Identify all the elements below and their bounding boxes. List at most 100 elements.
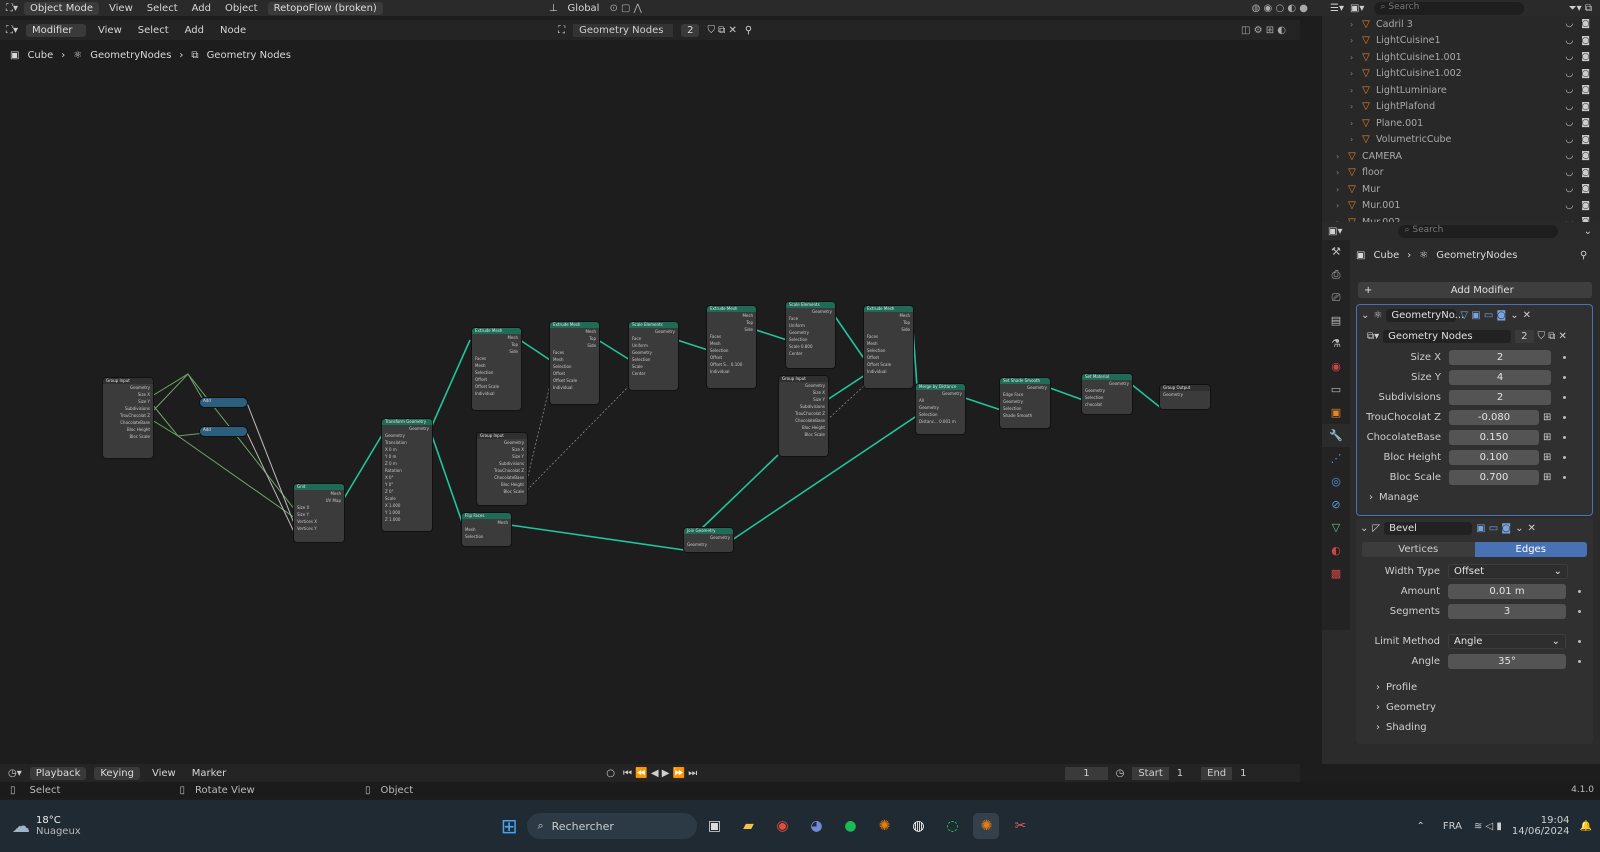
discord-icon[interactable]: ◕ — [803, 813, 829, 839]
camera-icon[interactable]: ◙ — [1581, 151, 1590, 161]
node-group-output[interactable]: Group Output Geometry — [1160, 385, 1210, 409]
field-value[interactable]: 2 — [1449, 389, 1551, 405]
keyframe-dot[interactable] — [1563, 455, 1567, 459]
particles-tab-icon[interactable]: ⋰ — [1322, 447, 1350, 470]
outliner-row[interactable]: › ▽ Mur ◡ ◙ — [1322, 181, 1600, 198]
close-icon[interactable]: ✕ — [1527, 523, 1535, 534]
chrome-icon[interactable]: ◉ — [769, 813, 795, 839]
expand-arrow-icon[interactable]: › — [1336, 201, 1346, 210]
viewport-shading-icons[interactable]: ◍ ◉ ○ ◐ ● — [1252, 3, 1308, 14]
modifier-visibility-icons[interactable]: ▽ ▣ ▭ ◙ — [1460, 310, 1506, 321]
outliner-row[interactable]: › ▽ Cadril 3 ◡ ◙ — [1322, 16, 1600, 33]
attribute-toggle-icon[interactable]: ⊞ — [1543, 412, 1551, 423]
eye-icon[interactable]: ◡ — [1565, 19, 1573, 29]
node-extrude-mesh[interactable]: Extrude Mesh Mesh Top Side Faces Mesh Se… — [864, 306, 913, 388]
keyframe-dot[interactable] — [1563, 395, 1566, 399]
eye-icon[interactable]: ◡ — [1565, 135, 1573, 145]
expand-arrow-icon[interactable]: › — [1350, 135, 1360, 144]
close-icon[interactable]: ✕ — [1523, 310, 1531, 321]
task-view-icon[interactable]: ▣ — [701, 813, 727, 839]
snipping-tool-icon[interactable]: ✂ — [1007, 813, 1033, 839]
keyframe-dot[interactable] — [1563, 375, 1566, 379]
keyframe-dot[interactable] — [1563, 415, 1567, 419]
orientation-dropdown[interactable]: Global — [564, 3, 604, 14]
nodetree-users[interactable]: 2 — [1515, 329, 1534, 343]
keyframe-dot[interactable] — [1563, 435, 1567, 439]
node-set-material[interactable]: Set Material Geometry Geometry Selection… — [1082, 374, 1132, 414]
attribute-toggle-icon[interactable]: ⊞ — [1543, 432, 1551, 443]
whatsapp-icon[interactable]: ◌ — [939, 813, 965, 839]
outliner-item-name[interactable]: CAMERA — [1362, 151, 1402, 162]
node-set-shade-smooth[interactable]: Set Shade Smooth Geometry Edge Face Geom… — [1000, 378, 1050, 428]
width-type-dropdown[interactable]: Offset ⌄ — [1448, 563, 1568, 579]
field-value[interactable]: 0.700 — [1449, 469, 1539, 485]
menu-select[interactable]: Select — [134, 25, 173, 36]
wifi-icon[interactable]: ≋ ◁ ▮ — [1474, 821, 1502, 832]
blender-active-icon[interactable]: ✺ — [973, 813, 1000, 839]
geometry-section[interactable]: › Geometry — [1356, 697, 1593, 717]
fake-user-icon[interactable]: ⛉ ⧉ ✕ — [1538, 331, 1567, 342]
menu-object[interactable]: Object — [221, 3, 262, 14]
camera-icon[interactable]: ◙ — [1581, 36, 1590, 46]
pin-icon[interactable]: ⚲ — [745, 25, 752, 36]
outliner-item-name[interactable]: LightCuisine1.001 — [1376, 52, 1462, 63]
clock[interactable]: 19:04 14/06/2024 — [1512, 815, 1570, 837]
camera-icon[interactable]: ◙ — [1581, 184, 1590, 194]
menu-select[interactable]: Select — [143, 3, 182, 14]
nodetree-name[interactable]: Geometry Nodes — [573, 23, 674, 37]
properties-search[interactable]: ⌕ Search — [1398, 224, 1559, 238]
expand-arrow-icon[interactable]: › — [1350, 53, 1360, 62]
texture-tab-icon[interactable]: ▩ — [1322, 562, 1350, 585]
menu-view[interactable]: View — [105, 3, 137, 14]
editor-type-icon[interactable]: ▣▾ — [1328, 226, 1342, 237]
fake-user-icon[interactable]: ⛉ ⧉ ✕ — [707, 25, 736, 36]
eye-icon[interactable]: ◡ — [1565, 69, 1573, 79]
node-grid[interactable]: Grid Mesh UV Map Size X Size Y Vertices … — [294, 484, 344, 542]
outliner-row[interactable]: › ▽ Plane.001 ◡ ◙ — [1322, 115, 1600, 132]
camera-icon[interactable]: ◙ — [1581, 69, 1590, 79]
node-add[interactable]: Add — [200, 398, 247, 407]
keyframe-dot[interactable] — [1578, 659, 1581, 663]
camera-icon[interactable]: ◙ — [1581, 52, 1590, 62]
snap-icon[interactable]: ⊙ ▢ ⋀ — [609, 3, 641, 14]
keyframe-dot[interactable] — [1578, 589, 1581, 593]
mode-dropdown[interactable]: Object Mode — [24, 1, 100, 15]
expand-arrow-icon[interactable]: › — [1350, 20, 1360, 29]
menu-add[interactable]: Add — [181, 25, 208, 36]
clock-icon[interactable]: ◷▾ — [8, 768, 22, 779]
outliner-row[interactable]: › ▽ LightCuisine1.001 ◡ ◙ — [1322, 49, 1600, 66]
taskbar-search[interactable]: ⌕ Rechercher — [527, 813, 698, 839]
eye-icon[interactable]: ◡ — [1565, 184, 1573, 194]
expand-arrow-icon[interactable]: › — [1350, 36, 1360, 45]
scene-tab-icon[interactable]: ⚗ — [1322, 332, 1350, 355]
node-scale-elements[interactable]: Scale Elements Geometry Face Uniform Geo… — [786, 302, 835, 368]
expand-arrow-icon[interactable]: › — [1336, 185, 1346, 194]
node-group-input[interactable]: Group Input Geometry Size X Size Y Subdi… — [477, 433, 527, 505]
field-value[interactable]: 0.100 — [1449, 449, 1539, 465]
filter-icon[interactable]: ⏷▾ ⧉ — [1569, 3, 1592, 14]
editor-type-icon[interactable]: ⛶▾ — [6, 25, 18, 36]
modifier-tab-icon[interactable]: 🔧 — [1322, 424, 1350, 447]
outliner-row[interactable]: › ▽ Mur.001 ◡ ◙ — [1322, 198, 1600, 215]
expand-arrow-icon[interactable]: › — [1350, 69, 1360, 78]
node-flip-faces[interactable]: Flip Faces Mesh Mesh Selection — [462, 513, 511, 546]
weather-widget[interactable]: 18°C Nuageux — [36, 815, 81, 837]
nodetree-icon[interactable]: ⧉▾ — [1367, 331, 1379, 342]
eye-icon[interactable]: ◡ — [1565, 52, 1573, 62]
keyframe-dot[interactable] — [1578, 609, 1581, 613]
menu-node[interactable]: Node — [216, 25, 250, 36]
outliner-search[interactable]: ⌕ Search — [1374, 1, 1525, 15]
node-extrude-mesh[interactable]: Extrude Mesh Mesh Top Side Faces Mesh Se… — [472, 328, 521, 410]
editor-context-dropdown[interactable]: Modifier — [26, 23, 87, 37]
blender-icon[interactable]: ✺ — [871, 813, 897, 839]
outliner-row[interactable]: › ▽ LightCuisine1 ◡ ◙ — [1322, 33, 1600, 50]
angle-field[interactable]: 35° — [1448, 653, 1566, 669]
camera-icon[interactable]: ◙ — [1581, 168, 1590, 178]
menu-view[interactable]: View — [94, 25, 126, 36]
eye-icon[interactable]: ◡ — [1565, 102, 1573, 112]
eye-icon[interactable]: ◡ — [1565, 201, 1573, 211]
nodetree-field[interactable]: Geometry Nodes — [1383, 329, 1512, 343]
manage-section[interactable]: › Manage — [1357, 487, 1592, 507]
outliner-item-name[interactable]: LightCuisine1 — [1376, 35, 1441, 46]
current-frame-field[interactable]: 1 — [1065, 766, 1108, 780]
